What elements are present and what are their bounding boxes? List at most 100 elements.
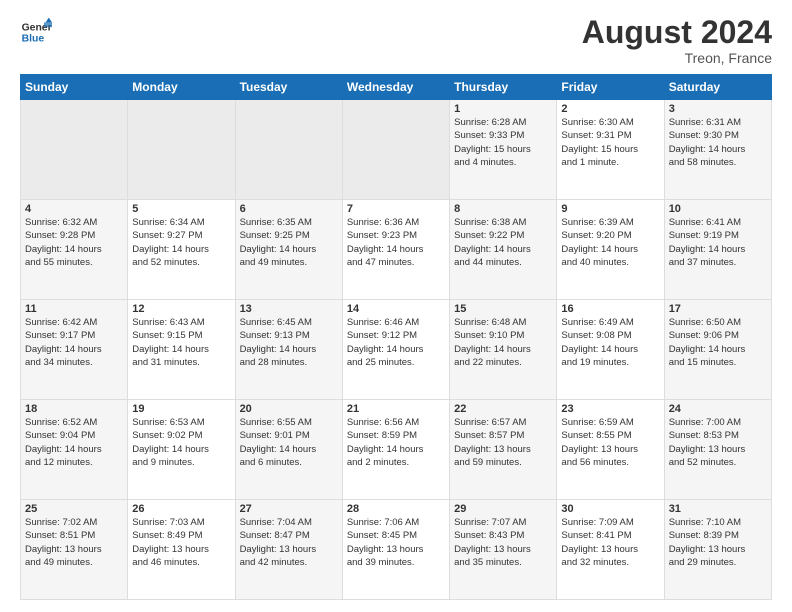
col-saturday: Saturday bbox=[664, 75, 771, 100]
day-info: Sunrise: 6:35 AM Sunset: 9:25 PM Dayligh… bbox=[240, 216, 338, 269]
calendar-cell: 1Sunrise: 6:28 AM Sunset: 9:33 PM Daylig… bbox=[450, 100, 557, 200]
day-info: Sunrise: 6:39 AM Sunset: 9:20 PM Dayligh… bbox=[561, 216, 659, 269]
day-number: 18 bbox=[25, 403, 123, 415]
header: General Blue August 2024 Treon, France bbox=[20, 16, 772, 66]
calendar-cell: 8Sunrise: 6:38 AM Sunset: 9:22 PM Daylig… bbox=[450, 200, 557, 300]
title-block: August 2024 Treon, France bbox=[582, 16, 772, 66]
day-info: Sunrise: 6:53 AM Sunset: 9:02 PM Dayligh… bbox=[132, 416, 230, 469]
logo: General Blue bbox=[20, 16, 52, 48]
day-info: Sunrise: 6:59 AM Sunset: 8:55 PM Dayligh… bbox=[561, 416, 659, 469]
day-number: 2 bbox=[561, 103, 659, 115]
day-number: 8 bbox=[454, 203, 552, 215]
week-row-1: 1Sunrise: 6:28 AM Sunset: 9:33 PM Daylig… bbox=[21, 100, 772, 200]
calendar-cell: 20Sunrise: 6:55 AM Sunset: 9:01 PM Dayli… bbox=[235, 400, 342, 500]
calendar-cell: 12Sunrise: 6:43 AM Sunset: 9:15 PM Dayli… bbox=[128, 300, 235, 400]
calendar-header-row: Sunday Monday Tuesday Wednesday Thursday… bbox=[21, 75, 772, 100]
calendar-cell: 11Sunrise: 6:42 AM Sunset: 9:17 PM Dayli… bbox=[21, 300, 128, 400]
calendar-cell: 30Sunrise: 7:09 AM Sunset: 8:41 PM Dayli… bbox=[557, 500, 664, 600]
calendar-cell: 27Sunrise: 7:04 AM Sunset: 8:47 PM Dayli… bbox=[235, 500, 342, 600]
day-number: 12 bbox=[132, 303, 230, 315]
calendar-cell: 16Sunrise: 6:49 AM Sunset: 9:08 PM Dayli… bbox=[557, 300, 664, 400]
day-info: Sunrise: 6:42 AM Sunset: 9:17 PM Dayligh… bbox=[25, 316, 123, 369]
col-monday: Monday bbox=[128, 75, 235, 100]
week-row-3: 11Sunrise: 6:42 AM Sunset: 9:17 PM Dayli… bbox=[21, 300, 772, 400]
calendar-table: Sunday Monday Tuesday Wednesday Thursday… bbox=[20, 74, 772, 600]
calendar-cell: 5Sunrise: 6:34 AM Sunset: 9:27 PM Daylig… bbox=[128, 200, 235, 300]
day-info: Sunrise: 6:55 AM Sunset: 9:01 PM Dayligh… bbox=[240, 416, 338, 469]
col-tuesday: Tuesday bbox=[235, 75, 342, 100]
day-info: Sunrise: 6:46 AM Sunset: 9:12 PM Dayligh… bbox=[347, 316, 445, 369]
day-number: 6 bbox=[240, 203, 338, 215]
day-info: Sunrise: 6:56 AM Sunset: 8:59 PM Dayligh… bbox=[347, 416, 445, 469]
day-info: Sunrise: 6:50 AM Sunset: 9:06 PM Dayligh… bbox=[669, 316, 767, 369]
calendar-cell: 18Sunrise: 6:52 AM Sunset: 9:04 PM Dayli… bbox=[21, 400, 128, 500]
col-thursday: Thursday bbox=[450, 75, 557, 100]
day-number: 25 bbox=[25, 503, 123, 515]
day-info: Sunrise: 6:36 AM Sunset: 9:23 PM Dayligh… bbox=[347, 216, 445, 269]
day-number: 13 bbox=[240, 303, 338, 315]
day-info: Sunrise: 6:49 AM Sunset: 9:08 PM Dayligh… bbox=[561, 316, 659, 369]
day-info: Sunrise: 6:32 AM Sunset: 9:28 PM Dayligh… bbox=[25, 216, 123, 269]
logo-icon: General Blue bbox=[20, 16, 52, 48]
svg-text:Blue: Blue bbox=[22, 34, 45, 45]
day-info: Sunrise: 6:38 AM Sunset: 9:22 PM Dayligh… bbox=[454, 216, 552, 269]
day-info: Sunrise: 7:09 AM Sunset: 8:41 PM Dayligh… bbox=[561, 516, 659, 569]
col-friday: Friday bbox=[557, 75, 664, 100]
day-number: 16 bbox=[561, 303, 659, 315]
location: Treon, France bbox=[582, 50, 772, 66]
calendar-cell: 23Sunrise: 6:59 AM Sunset: 8:55 PM Dayli… bbox=[557, 400, 664, 500]
col-sunday: Sunday bbox=[21, 75, 128, 100]
day-info: Sunrise: 7:03 AM Sunset: 8:49 PM Dayligh… bbox=[132, 516, 230, 569]
calendar-cell: 2Sunrise: 6:30 AM Sunset: 9:31 PM Daylig… bbox=[557, 100, 664, 200]
day-number: 29 bbox=[454, 503, 552, 515]
day-info: Sunrise: 6:30 AM Sunset: 9:31 PM Dayligh… bbox=[561, 116, 659, 169]
day-number: 28 bbox=[347, 503, 445, 515]
week-row-4: 18Sunrise: 6:52 AM Sunset: 9:04 PM Dayli… bbox=[21, 400, 772, 500]
calendar-cell: 22Sunrise: 6:57 AM Sunset: 8:57 PM Dayli… bbox=[450, 400, 557, 500]
calendar-cell: 19Sunrise: 6:53 AM Sunset: 9:02 PM Dayli… bbox=[128, 400, 235, 500]
calendar-cell: 29Sunrise: 7:07 AM Sunset: 8:43 PM Dayli… bbox=[450, 500, 557, 600]
calendar-cell: 14Sunrise: 6:46 AM Sunset: 9:12 PM Dayli… bbox=[342, 300, 449, 400]
calendar-cell: 6Sunrise: 6:35 AM Sunset: 9:25 PM Daylig… bbox=[235, 200, 342, 300]
day-info: Sunrise: 6:28 AM Sunset: 9:33 PM Dayligh… bbox=[454, 116, 552, 169]
calendar-cell: 26Sunrise: 7:03 AM Sunset: 8:49 PM Dayli… bbox=[128, 500, 235, 600]
day-number: 7 bbox=[347, 203, 445, 215]
calendar-cell: 24Sunrise: 7:00 AM Sunset: 8:53 PM Dayli… bbox=[664, 400, 771, 500]
day-number: 10 bbox=[669, 203, 767, 215]
calendar-cell: 28Sunrise: 7:06 AM Sunset: 8:45 PM Dayli… bbox=[342, 500, 449, 600]
calendar-cell: 17Sunrise: 6:50 AM Sunset: 9:06 PM Dayli… bbox=[664, 300, 771, 400]
calendar-cell: 4Sunrise: 6:32 AM Sunset: 9:28 PM Daylig… bbox=[21, 200, 128, 300]
day-info: Sunrise: 7:07 AM Sunset: 8:43 PM Dayligh… bbox=[454, 516, 552, 569]
calendar-cell: 3Sunrise: 6:31 AM Sunset: 9:30 PM Daylig… bbox=[664, 100, 771, 200]
day-number: 22 bbox=[454, 403, 552, 415]
day-number: 3 bbox=[669, 103, 767, 115]
day-info: Sunrise: 6:43 AM Sunset: 9:15 PM Dayligh… bbox=[132, 316, 230, 369]
calendar-cell: 13Sunrise: 6:45 AM Sunset: 9:13 PM Dayli… bbox=[235, 300, 342, 400]
calendar-cell bbox=[342, 100, 449, 200]
calendar-cell: 7Sunrise: 6:36 AM Sunset: 9:23 PM Daylig… bbox=[342, 200, 449, 300]
day-info: Sunrise: 6:34 AM Sunset: 9:27 PM Dayligh… bbox=[132, 216, 230, 269]
day-number: 27 bbox=[240, 503, 338, 515]
day-info: Sunrise: 6:52 AM Sunset: 9:04 PM Dayligh… bbox=[25, 416, 123, 469]
calendar-cell: 31Sunrise: 7:10 AM Sunset: 8:39 PM Dayli… bbox=[664, 500, 771, 600]
calendar-cell: 9Sunrise: 6:39 AM Sunset: 9:20 PM Daylig… bbox=[557, 200, 664, 300]
day-number: 23 bbox=[561, 403, 659, 415]
day-number: 1 bbox=[454, 103, 552, 115]
calendar-cell bbox=[128, 100, 235, 200]
week-row-5: 25Sunrise: 7:02 AM Sunset: 8:51 PM Dayli… bbox=[21, 500, 772, 600]
calendar-cell bbox=[21, 100, 128, 200]
month-year: August 2024 bbox=[582, 16, 772, 48]
calendar-cell: 15Sunrise: 6:48 AM Sunset: 9:10 PM Dayli… bbox=[450, 300, 557, 400]
day-number: 26 bbox=[132, 503, 230, 515]
day-number: 11 bbox=[25, 303, 123, 315]
col-wednesday: Wednesday bbox=[342, 75, 449, 100]
day-number: 24 bbox=[669, 403, 767, 415]
day-info: Sunrise: 6:57 AM Sunset: 8:57 PM Dayligh… bbox=[454, 416, 552, 469]
day-number: 31 bbox=[669, 503, 767, 515]
day-info: Sunrise: 7:04 AM Sunset: 8:47 PM Dayligh… bbox=[240, 516, 338, 569]
day-info: Sunrise: 7:06 AM Sunset: 8:45 PM Dayligh… bbox=[347, 516, 445, 569]
week-row-2: 4Sunrise: 6:32 AM Sunset: 9:28 PM Daylig… bbox=[21, 200, 772, 300]
day-info: Sunrise: 6:41 AM Sunset: 9:19 PM Dayligh… bbox=[669, 216, 767, 269]
calendar-cell: 10Sunrise: 6:41 AM Sunset: 9:19 PM Dayli… bbox=[664, 200, 771, 300]
day-info: Sunrise: 6:45 AM Sunset: 9:13 PM Dayligh… bbox=[240, 316, 338, 369]
